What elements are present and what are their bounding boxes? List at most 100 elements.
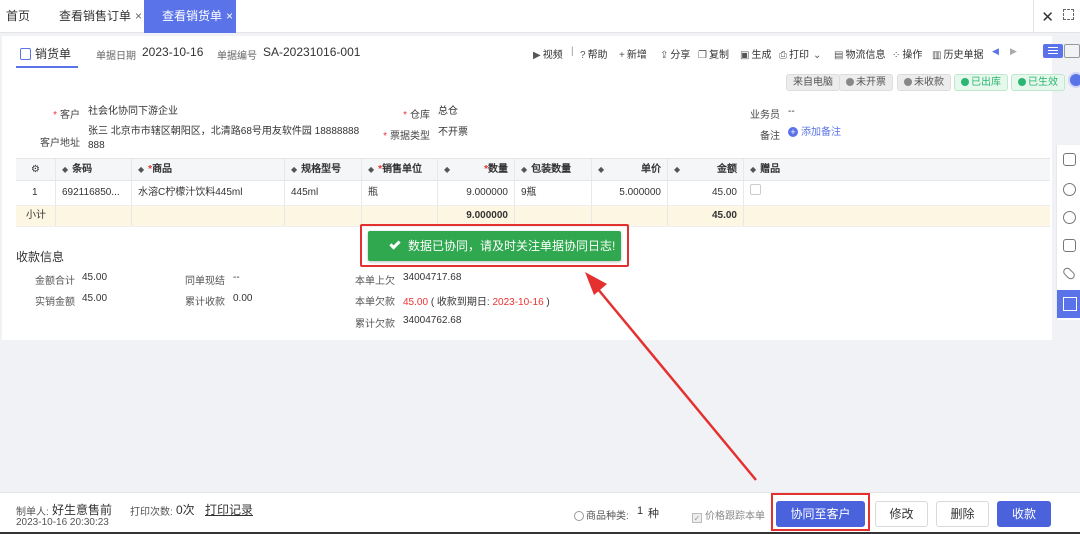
subtotal-amount: 45.00 <box>668 206 744 226</box>
badge-label: 未收款 <box>914 77 944 88</box>
divider <box>1033 0 1034 33</box>
prev-debt-value: 34004717.68 <box>403 272 462 283</box>
cum-collect-label: 累计收款 <box>185 297 225 308</box>
tab-delivery-note[interactable]: 查看销货单 × <box>144 0 236 33</box>
help-button[interactable]: ? 帮助 <box>580 46 608 61</box>
document-icon[interactable] <box>1063 239 1076 252</box>
cum-debt-label: 累计欠款 <box>355 319 395 330</box>
settings-gear-icon[interactable]: ⚙ <box>16 159 56 180</box>
table-row[interactable]: 1 692116850... 水溶C柠檬汁饮料445ml 445ml 瓶 9.0… <box>16 181 1050 206</box>
edit-button[interactable]: 修改 <box>875 501 928 527</box>
col-unit[interactable]: ◆ *销售单位 <box>362 159 438 180</box>
gift-checkbox[interactable] <box>750 184 761 195</box>
grid-icon: ⁘ <box>892 50 901 61</box>
col-barcode[interactable]: ◆ 条码 <box>56 159 132 180</box>
sort-icon[interactable]: ◆ <box>521 165 527 174</box>
salesman-value[interactable]: -- <box>788 105 795 119</box>
sort-icon[interactable]: ◆ <box>62 165 68 174</box>
table-header: ⚙ ◆ 条码 ◆ *商品 ◆ 规格型号 ◆ *销售单位 ◆ *数量 ◆ 包装数量 ◆ 单价 ◆… <box>16 158 1050 181</box>
share-button[interactable]: ⇪ 分享 <box>660 46 690 61</box>
sort-icon[interactable]: ◆ <box>138 165 144 174</box>
close-tabs-icon[interactable]: ✕ <box>1041 8 1054 26</box>
warehouse-value[interactable]: 总仓 <box>438 105 458 119</box>
cell-gift[interactable] <box>744 181 1050 205</box>
customer-value[interactable]: 社会化协同下游企业 <box>88 105 178 119</box>
chevron-down-icon[interactable]: ⌄ <box>813 50 821 61</box>
doc-no-label: 单据编号 <box>217 51 257 62</box>
cell-price[interactable]: 5.000000 <box>592 181 668 205</box>
operate-button[interactable]: ⁘ 操作 <box>892 46 922 61</box>
close-icon[interactable]: × <box>226 9 233 23</box>
price-track-checkbox[interactable]: ✓ 价格跟踪本单 <box>692 507 765 523</box>
col-price[interactable]: ◆ 单价 <box>592 159 668 180</box>
tab-delivery-note-label: 查看销货单 <box>162 9 223 23</box>
note-icon[interactable] <box>1063 153 1076 166</box>
col-pack-qty[interactable]: ◆ 包装数量 <box>515 159 592 180</box>
due-prefix: ( 收款到期日: <box>430 297 493 308</box>
address-value[interactable]: 张三 北京市市辖区朝阳区，北清路68号用友软件园 18888888 888 <box>88 125 378 153</box>
print-count-label: 打印次数: <box>130 507 173 518</box>
sort-icon[interactable]: ◆ <box>444 159 450 180</box>
cell-amount[interactable]: 45.00 <box>668 181 744 205</box>
sort-icon[interactable]: ◆ <box>368 165 374 174</box>
col-spec[interactable]: ◆ 规格型号 <box>285 159 362 180</box>
invoice-type-value[interactable]: 不开票 <box>438 126 468 140</box>
delete-button[interactable]: 删除 <box>936 501 989 527</box>
close-icon[interactable]: × <box>135 9 142 23</box>
print-record-link[interactable]: 打印记录 <box>205 501 253 518</box>
cell-unit[interactable]: 瓶 <box>362 181 438 205</box>
list-view-icon[interactable] <box>1043 44 1063 58</box>
add-remark-button[interactable]: + 添加备注 <box>788 126 841 140</box>
tab-home[interactable]: 首页 <box>6 0 30 33</box>
collect-button[interactable]: 收款 <box>997 501 1051 527</box>
actual-label: 实销金额 <box>35 297 75 308</box>
col-qty[interactable]: ◆ *数量 <box>438 159 515 180</box>
cell-qty[interactable]: 9.000000 <box>438 181 515 205</box>
add-button[interactable]: + 新增 <box>619 46 647 61</box>
sort-icon[interactable]: ◆ <box>291 165 297 174</box>
kinds-unit: 种 <box>648 508 659 520</box>
print-label: 打印 <box>789 50 809 61</box>
check-icon <box>389 238 401 250</box>
col-amount[interactable]: ◆ 金额 <box>668 159 744 180</box>
prev-icon[interactable]: ◀ <box>992 46 999 57</box>
logistics-button[interactable]: ▤ 物流信息 <box>834 46 885 61</box>
tag-icon[interactable] <box>1063 211 1076 224</box>
attachment-icon[interactable] <box>1061 266 1077 281</box>
tab-sales-order[interactable]: 查看销售订单 × <box>59 0 142 33</box>
subtotal-label: 小计 <box>16 206 56 226</box>
customer-label-text: 客户 <box>60 110 80 121</box>
generate-button[interactable]: ▣ 生成 <box>740 46 771 61</box>
this-debt-amount: 45.00 <box>403 297 429 308</box>
badge-label: 已出库 <box>971 77 1001 88</box>
history-button[interactable]: ▥ 历史单据 <box>932 46 983 61</box>
print-button[interactable]: ⎙ 打印 ⌄ <box>779 46 823 61</box>
subtotal-cell <box>132 206 285 226</box>
status-badge-effective: 已生效 <box>1011 74 1065 91</box>
date-label: 单据日期 <box>96 51 136 62</box>
cell-spec[interactable]: 445ml <box>285 181 362 205</box>
sort-icon[interactable]: ◆ <box>750 165 756 174</box>
next-icon[interactable]: ▶ <box>1010 46 1017 57</box>
share-label: 分享 <box>670 50 691 61</box>
cell-product[interactable]: 水溶C柠檬汁饮料445ml <box>132 181 285 205</box>
copy-button[interactable]: ❐ 复制 <box>698 46 729 61</box>
expand-icon[interactable] <box>1057 290 1080 318</box>
total-label: 金额合计 <box>35 276 75 287</box>
sort-icon[interactable]: ◆ <box>598 159 604 180</box>
copy-label: 复制 <box>708 50 729 61</box>
card-view-icon[interactable] <box>1064 44 1080 58</box>
sort-icon[interactable]: ◆ <box>674 159 680 180</box>
tab-bar: 首页 查看销售订单 × 查看销货单 × ✕ <box>0 0 1080 33</box>
document-icon <box>20 48 31 60</box>
col-product[interactable]: ◆ *商品 <box>132 159 285 180</box>
col-gift[interactable]: ◆ 赠品 <box>744 159 1050 180</box>
fullscreen-icon[interactable] <box>1063 9 1074 20</box>
cell-barcode[interactable]: 692116850... <box>56 181 132 205</box>
video-button[interactable]: ▶ 视频 <box>533 46 563 61</box>
warehouse-label: * 仓库 <box>403 110 430 121</box>
cell-pack-qty[interactable]: 9瓶 <box>515 181 592 205</box>
assistant-icon[interactable] <box>1068 72 1080 88</box>
history-icon[interactable] <box>1063 183 1076 196</box>
address-label: 客户地址 <box>40 138 80 149</box>
